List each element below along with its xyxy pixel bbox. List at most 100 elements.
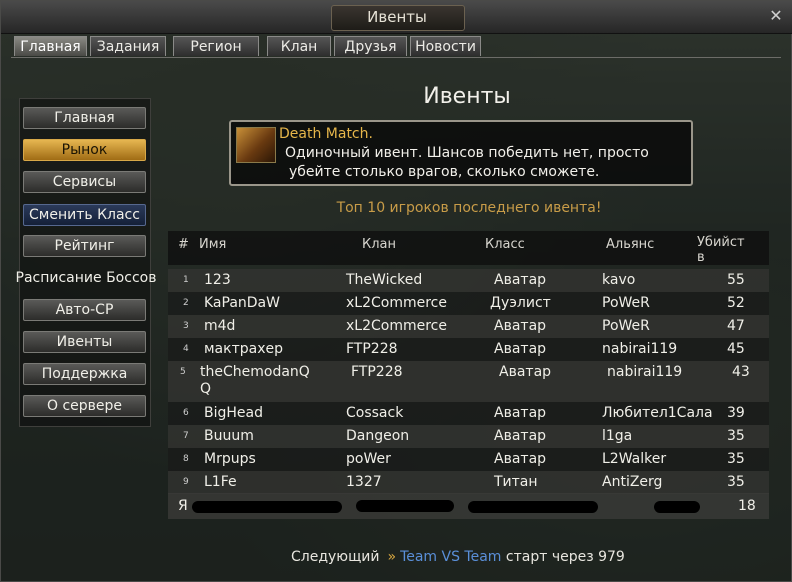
cell-n: 4 — [183, 344, 189, 354]
sidebar-item-market[interactable]: Рынок — [23, 139, 146, 161]
cell-name: мактрахер — [204, 341, 284, 357]
header-num: # — [178, 237, 189, 252]
redacted-alliance — [654, 501, 700, 513]
cell-kills: 52 — [727, 295, 745, 311]
sidebar-item-main[interactable]: Главная — [23, 107, 146, 129]
window-title: Ивенты — [367, 8, 427, 26]
sidebar-item-auto-cp[interactable]: Авто-СР — [23, 299, 146, 321]
cell-class: Аватар — [494, 341, 547, 357]
header-name: Имя — [199, 237, 227, 252]
cell-n: 2 — [183, 298, 189, 308]
cell-name-wrap: Q — [200, 381, 212, 397]
header-kills: Убийст в — [697, 235, 745, 265]
cell-class: Аватар — [494, 405, 547, 421]
my-rank-row: Я 18 — [168, 493, 769, 519]
cell-kills: 39 — [727, 405, 745, 421]
cell-n: 6 — [183, 408, 189, 418]
cell-class: Аватар — [494, 272, 547, 288]
sidebar-item-events[interactable]: Ивенты — [23, 331, 146, 353]
tab-news[interactable]: Новости — [410, 36, 481, 56]
cell-alliance: AntiZerg — [602, 474, 663, 490]
tab-friends[interactable]: Друзья — [334, 36, 407, 56]
next-event-name[interactable]: Team VS Team — [400, 549, 501, 565]
table-row: 2 KaPanDaW xL2Commerce Дуэлист PoWeR 52 — [168, 292, 769, 315]
cell-clan: xL2Commerce — [346, 295, 447, 311]
cell-alliance: nabirai119 — [607, 364, 683, 380]
cell-class: Аватар — [499, 364, 552, 380]
cell-alliance: kavo — [602, 272, 636, 288]
tab-main[interactable]: Главная — [14, 36, 87, 56]
cell-clan: Cossack — [346, 405, 404, 421]
table-row: 5 theChemodanQ FTP228 Аватар nabirai119 43 Q — [168, 361, 769, 402]
table-row: 6 BigHead Cossack Аватар Любител1Сала 39 — [168, 402, 769, 425]
event-name: Death Match. — [279, 126, 373, 142]
cell-clan: poWer — [346, 451, 391, 467]
tab-clan[interactable]: Клан — [267, 36, 331, 56]
cell-n: 1 — [183, 275, 189, 285]
cell-clan: xL2Commerce — [346, 318, 447, 334]
cell-name: theChemodanQ — [200, 364, 310, 380]
cell-name: m4d — [204, 318, 236, 334]
header-alliance: Альянс — [606, 237, 655, 252]
title-bar[interactable]: Ивенты ✕ — [1, 1, 792, 34]
redacted-class — [468, 501, 598, 513]
cell-name: 123 — [204, 272, 231, 288]
sidebar-item-rating[interactable]: Рейтинг — [23, 235, 146, 257]
tab-divider — [11, 57, 781, 58]
cell-name: KaPanDaW — [204, 295, 280, 311]
header-clan: Клан — [362, 237, 397, 252]
top-players-table: # Имя Клан Класс Альянс Убийст в 1 123 The… — [168, 231, 769, 519]
sidebar-item-about[interactable]: О сервере — [23, 395, 146, 417]
cell-class: Аватар — [494, 318, 547, 334]
death-match-icon — [236, 127, 276, 163]
redacted-clan — [356, 500, 454, 512]
cell-clan: FTP228 — [346, 341, 398, 357]
cell-class: Титан — [494, 474, 538, 490]
my-kills: 18 — [738, 498, 756, 514]
cell-kills: 45 — [727, 341, 745, 357]
sidebar-item-change-class[interactable]: Сменить Класс — [23, 204, 146, 226]
cell-n: 9 — [183, 477, 189, 487]
top-players-caption: Топ 10 игроков последнего ивента! — [336, 200, 602, 216]
close-icon[interactable]: ✕ — [767, 7, 785, 25]
cell-class: Аватар — [494, 451, 547, 467]
cell-alliance: nabirai119 — [602, 341, 678, 357]
event-description-line: убейте столько врагов, сколько сможете. — [289, 164, 600, 180]
cell-n: 5 — [180, 367, 186, 377]
cell-clan: Dangeon — [346, 428, 410, 444]
page-title: Ивенты — [423, 84, 511, 109]
cell-name: L1Fe — [204, 474, 237, 490]
cell-clan: TheWicked — [346, 272, 423, 288]
next-event-line: Следующий » Team VS Team старт через 979 — [291, 549, 625, 565]
table-row: 3 m4d xL2Commerce Аватар PoWeR 47 — [168, 315, 769, 338]
event-description: Одиночный ивент. Шансов победить нет, пр… — [285, 144, 685, 182]
header-kills-line1: Убийст — [697, 235, 745, 250]
cell-alliance: Любител1Сала — [602, 405, 713, 421]
cell-n: 8 — [183, 454, 189, 464]
cell-kills: 35 — [727, 428, 745, 444]
event-description-line: Одиночный ивент. Шансов победить нет, пр… — [285, 145, 649, 161]
tab-quests[interactable]: Задания — [90, 36, 166, 56]
next-event-start: старт через 979 — [505, 549, 625, 565]
table-row: 4 мактрахер FTP228 Аватар nabirai119 45 — [168, 338, 769, 361]
cell-name: Buuum — [204, 428, 254, 444]
sidebar-item-boss-schedule[interactable]: Расписание Боссов — [6, 267, 166, 289]
cell-class: Дуэлист — [490, 295, 551, 311]
cell-kills: 35 — [727, 451, 745, 467]
cell-alliance: l1ga — [602, 428, 633, 444]
cell-kills: 47 — [727, 318, 745, 334]
sidebar-item-support[interactable]: Поддержка — [23, 363, 146, 385]
table-header: # Имя Клан Класс Альянс Убийст в — [168, 231, 769, 265]
cell-n: 3 — [183, 321, 189, 331]
event-info-box: Death Match. Одиночный ивент. Шансов поб… — [229, 120, 693, 186]
cell-kills: 43 — [732, 364, 750, 380]
sidebar-item-services[interactable]: Сервисы — [23, 171, 146, 193]
my-rank-marker: Я — [178, 498, 188, 514]
header-kills-line2: в — [697, 250, 705, 265]
next-label: Следующий — [291, 549, 380, 565]
cell-name: BigHead — [204, 405, 263, 421]
header-class: Класс — [485, 237, 525, 252]
redacted-name — [192, 501, 342, 513]
tab-region[interactable]: Регион — [173, 36, 259, 56]
events-window: Ивенты ✕ Главная Задания Регион Клан Дру… — [0, 0, 792, 582]
